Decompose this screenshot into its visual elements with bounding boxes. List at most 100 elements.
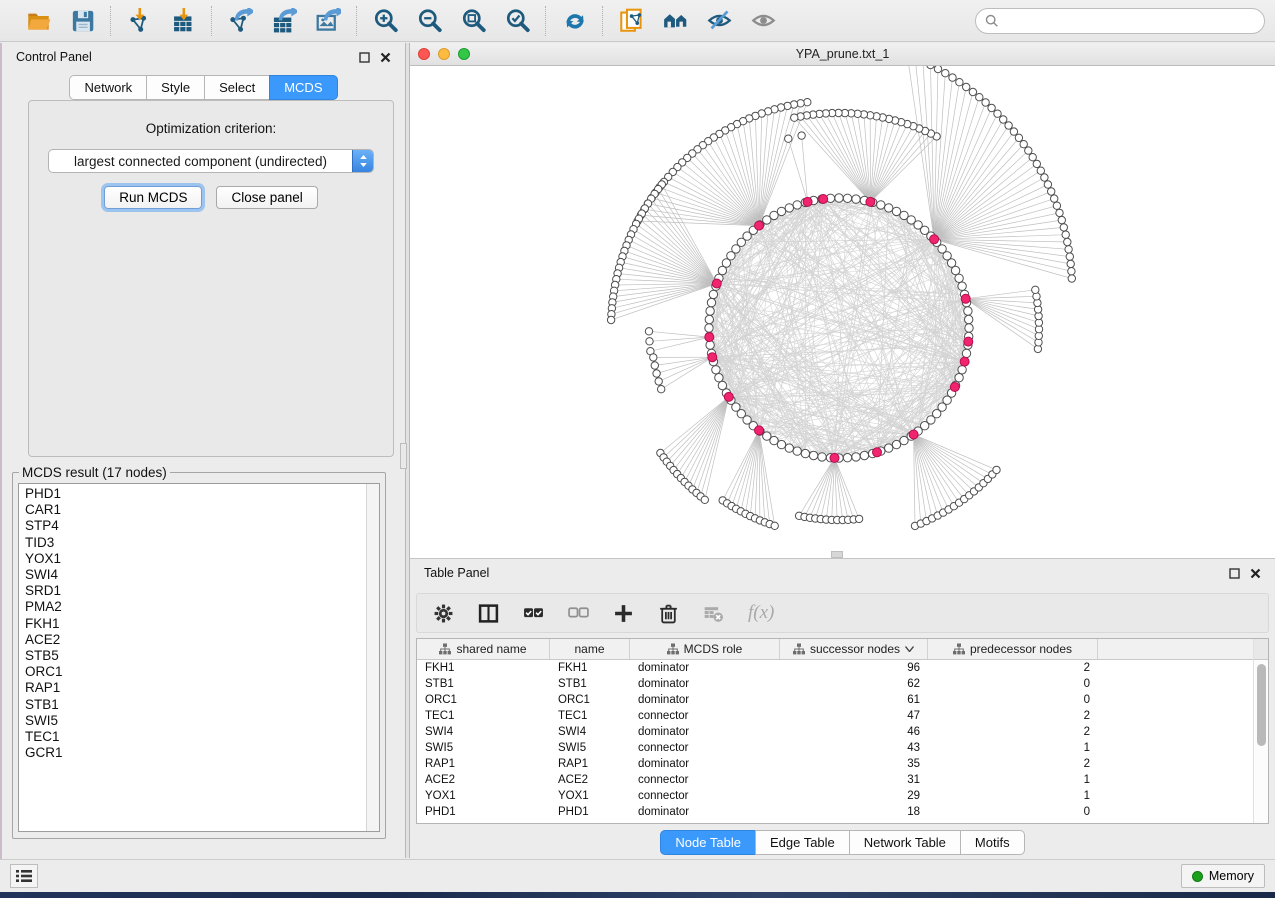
tab-motifs[interactable]: Motifs — [960, 830, 1025, 855]
float-panel-icon[interactable] — [359, 52, 370, 63]
task-history-button[interactable] — [10, 864, 38, 888]
tab-network-table[interactable]: Network Table — [849, 830, 960, 855]
column-header-MCDS-role[interactable]: MCDS role — [630, 639, 780, 659]
tab-style[interactable]: Style — [146, 75, 204, 100]
network-from-file-button[interactable] — [616, 6, 646, 36]
search-box[interactable] — [975, 8, 1265, 34]
table-row[interactable]: TEC1TEC1connector472 — [417, 708, 1268, 724]
save-session-button[interactable] — [67, 6, 97, 36]
tab-select[interactable]: Select — [204, 75, 269, 100]
cell-shared-name: ACE2 — [417, 774, 550, 786]
mcds-result-item[interactable]: SWI5 — [25, 713, 366, 729]
mcds-result-item[interactable]: TID3 — [25, 535, 366, 551]
cell-shared-name: PHD1 — [417, 806, 550, 818]
mcds-result-item[interactable]: TEC1 — [25, 729, 366, 745]
table-row[interactable]: SWI5SWI5connector431 — [417, 740, 1268, 756]
mcds-result-item[interactable]: CAR1 — [25, 502, 366, 518]
table-tabbar: Node TableEdge TableNetwork TableMotifs — [410, 830, 1275, 855]
horizontal-splitter-grip[interactable] — [831, 551, 843, 558]
mcds-result-item[interactable]: ORC1 — [25, 664, 366, 680]
table-row[interactable]: SWI4SWI4dominator462 — [417, 724, 1268, 740]
table-settings-button[interactable] — [433, 603, 454, 624]
zoom-in-button[interactable] — [370, 6, 400, 36]
close-panel-button[interactable]: Close panel — [216, 186, 317, 209]
table-scrollbar-thumb[interactable] — [1257, 664, 1266, 746]
show-columns-button[interactable] — [478, 603, 499, 624]
sort-descending-icon — [905, 646, 914, 652]
table-row[interactable]: ORC1ORC1dominator610 — [417, 692, 1268, 708]
mcds-result-item[interactable]: PMA2 — [25, 599, 366, 615]
status-bar: Memory — [0, 859, 1275, 892]
mcds-result-item[interactable]: PHD1 — [25, 486, 366, 502]
mcds-result-item[interactable]: STB1 — [25, 697, 366, 713]
mcds-result-item[interactable]: SWI4 — [25, 567, 366, 583]
close-table-panel-icon[interactable] — [1250, 568, 1261, 579]
mcds-list-scrollbar[interactable] — [366, 484, 379, 831]
table-scrollbar[interactable] — [1253, 639, 1268, 823]
export-image-button[interactable] — [313, 6, 343, 36]
deselect-all-rows-button[interactable] — [568, 603, 589, 624]
cell-shared-name: ORC1 — [417, 694, 550, 706]
search-icon — [985, 14, 999, 28]
maximize-window-icon[interactable] — [458, 48, 470, 60]
open-file-icon — [26, 8, 51, 33]
close-panel-icon[interactable] — [380, 52, 391, 63]
show-all-button[interactable] — [748, 6, 778, 36]
tab-edge-table[interactable]: Edge Table — [755, 830, 849, 855]
column-label: successor nodes — [810, 642, 900, 656]
network-canvas[interactable] — [410, 66, 1275, 557]
column-header-shared-name[interactable]: shared name — [417, 639, 550, 659]
tab-mcds[interactable]: MCDS — [269, 75, 337, 100]
mcds-result-item[interactable]: STB5 — [25, 648, 366, 664]
cell-MCDS-role: dominator — [630, 662, 780, 674]
table-row[interactable]: RAP1RAP1dominator352 — [417, 756, 1268, 772]
cell-name: PHD1 — [550, 806, 630, 818]
add-column-button[interactable] — [613, 603, 634, 624]
tab-node-table[interactable]: Node Table — [660, 830, 755, 855]
close-window-icon[interactable] — [418, 48, 430, 60]
mcds-result-item[interactable]: SRD1 — [25, 583, 366, 599]
column-header-successor-nodes[interactable]: successor nodes — [780, 639, 928, 659]
cytoscape-window: Control Panel NetworkStyleSelectMCDS Opt… — [0, 0, 1275, 898]
table-row[interactable]: FKH1FKH1dominator962 — [417, 660, 1268, 676]
tab-network[interactable]: Network — [69, 75, 146, 100]
cell-successor-nodes: 43 — [780, 742, 928, 754]
import-network-button[interactable] — [124, 6, 154, 36]
export-table-button[interactable] — [269, 6, 299, 36]
memory-button[interactable]: Memory — [1181, 864, 1265, 888]
table-row[interactable]: STB1STB1dominator620 — [417, 676, 1268, 692]
cell-MCDS-role: dominator — [630, 678, 780, 690]
column-header-name[interactable]: name — [550, 639, 630, 659]
mcds-result-item[interactable]: RAP1 — [25, 680, 366, 696]
mcds-result-item[interactable]: ACE2 — [25, 632, 366, 648]
column-header-predecessor-nodes[interactable]: predecessor nodes — [928, 639, 1098, 659]
minimize-window-icon[interactable] — [438, 48, 450, 60]
run-mcds-button[interactable]: Run MCDS — [104, 186, 202, 209]
optimization-criterion-select[interactable]: largest connected component (undirected) — [48, 149, 374, 173]
mcds-result-listbox: PHD1CAR1STP4TID3YOX1SWI4SRD1PMA2FKH1ACE2… — [18, 483, 380, 832]
mcds-result-item[interactable]: STP4 — [25, 518, 366, 534]
select-all-rows-button[interactable] — [523, 603, 544, 624]
export-network-button[interactable] — [225, 6, 255, 36]
first-neighbors-button[interactable] — [660, 6, 690, 36]
import-table-icon — [171, 8, 196, 33]
splitter-grip[interactable] — [400, 443, 407, 469]
mcds-result-item[interactable]: FKH1 — [25, 616, 366, 632]
apply-layout-button[interactable] — [559, 6, 589, 36]
cell-name: FKH1 — [550, 662, 630, 674]
zoom-fit-button[interactable] — [458, 6, 488, 36]
open-file-button[interactable] — [23, 6, 53, 36]
column-label: name — [574, 642, 604, 656]
zoom-out-button[interactable] — [414, 6, 444, 36]
import-table-button[interactable] — [168, 6, 198, 36]
mcds-result-item[interactable]: GCR1 — [25, 745, 366, 761]
table-row[interactable]: ACE2ACE2connector311 — [417, 772, 1268, 788]
table-row[interactable]: YOX1YOX1connector291 — [417, 788, 1268, 804]
hide-selected-button[interactable] — [704, 6, 734, 36]
float-table-panel-icon[interactable] — [1229, 568, 1240, 579]
mcds-result-item[interactable]: YOX1 — [25, 551, 366, 567]
delete-column-button[interactable] — [658, 603, 679, 624]
zoom-selected-button[interactable] — [502, 6, 532, 36]
search-input[interactable] — [1004, 14, 1255, 28]
table-row[interactable]: PHD1PHD1dominator180 — [417, 804, 1268, 820]
